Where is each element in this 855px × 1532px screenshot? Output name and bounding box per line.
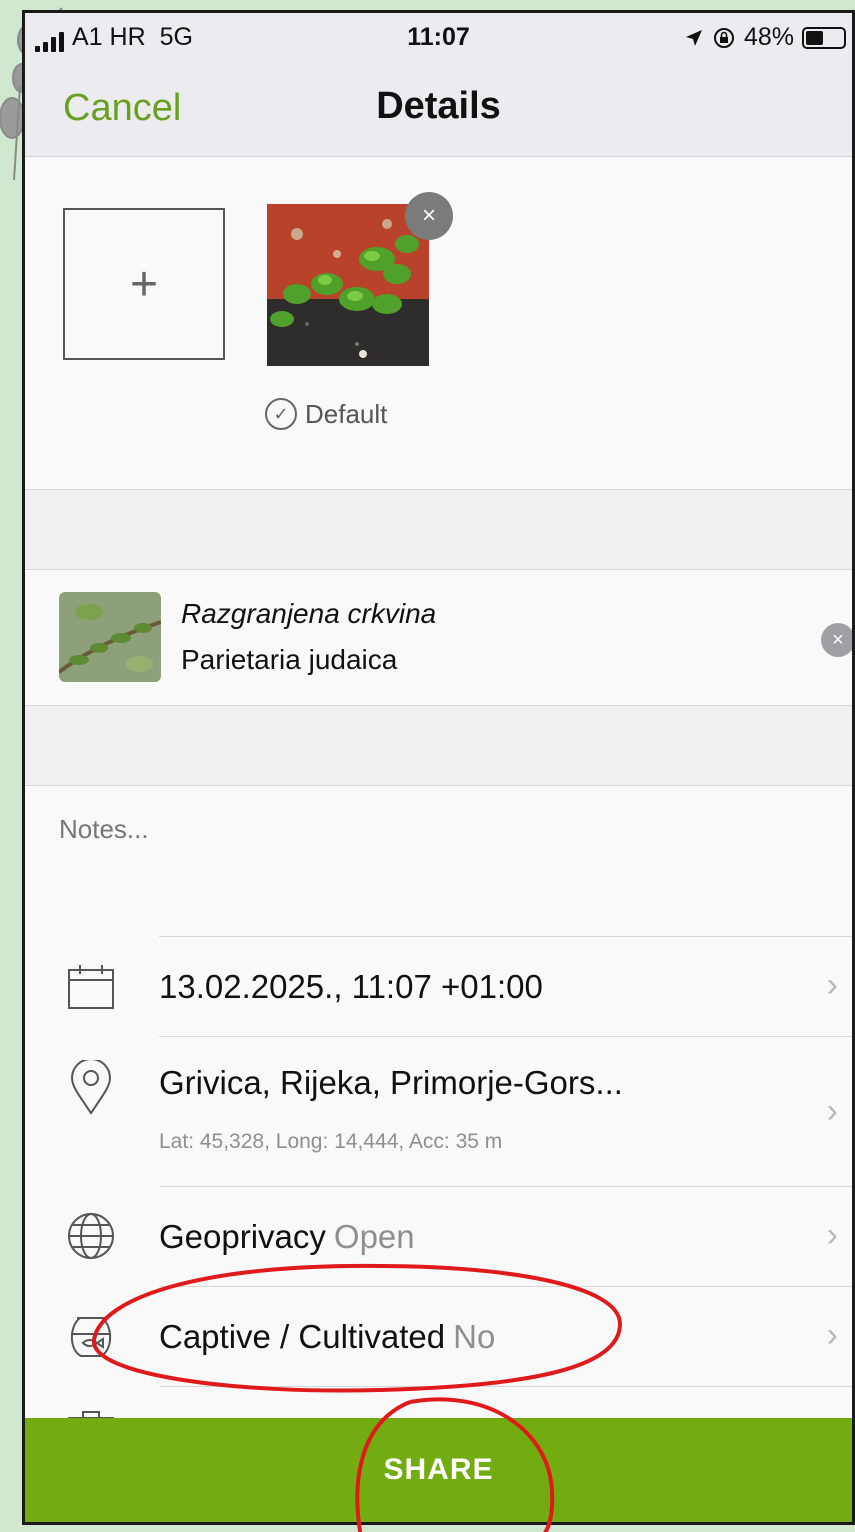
section-spacer xyxy=(25,706,852,786)
default-label: Default xyxy=(305,398,388,429)
fishbowl-icon xyxy=(63,1308,119,1364)
chevron-right-icon: › xyxy=(826,966,838,1004)
calendar-icon xyxy=(63,958,119,1014)
date-value: 13.02.2025., 11:07 +01:00 xyxy=(159,968,543,1005)
geoprivacy-row[interactable]: Geoprivacy Open › xyxy=(25,1186,852,1286)
geoprivacy-value: Open xyxy=(333,1218,415,1255)
taxon-thumbnail xyxy=(59,592,161,682)
chevron-right-icon: › xyxy=(826,1216,838,1254)
location-row[interactable]: Grivica, Rijeka, Primorje-Gors... Lat: 4… xyxy=(25,1036,852,1186)
geoprivacy-title: Geoprivacy xyxy=(159,1218,326,1255)
observation-photo[interactable] xyxy=(267,204,429,366)
plus-icon: + xyxy=(129,257,159,311)
details-list: 13.02.2025., 11:07 +01:00 › Grivica, Rij… xyxy=(25,936,852,1428)
status-bar: A1 HR 5G 11:07 48% xyxy=(25,13,852,61)
default-photo-toggle[interactable]: ✓ Default xyxy=(265,398,387,430)
page-title: Details xyxy=(376,85,501,127)
captive-value: No xyxy=(453,1318,496,1355)
row-divider xyxy=(159,1036,852,1037)
chevron-right-icon: › xyxy=(826,1092,838,1130)
notes-section xyxy=(25,786,852,936)
section-spacer xyxy=(25,490,852,570)
taxon-common-name: Razgranjena crkvina xyxy=(181,598,437,629)
chevron-right-icon: › xyxy=(826,1316,838,1354)
map-pin-icon xyxy=(63,1060,119,1116)
share-button[interactable]: SHARE xyxy=(25,1418,852,1522)
phone-screen: A1 HR 5G 11:07 48% Cancel Details + × ✓ … xyxy=(22,10,855,1525)
date-row[interactable]: 13.02.2025., 11:07 +01:00 › xyxy=(25,936,852,1036)
taxon-scientific-name: Parietaria judaica xyxy=(181,644,398,675)
taxon-row[interactable]: Razgranjena crkvina Parietaria judaica × xyxy=(25,570,852,706)
geoprivacy-label: Geoprivacy Open xyxy=(159,1218,415,1256)
battery-icon xyxy=(802,26,846,49)
check-circle-icon: ✓ xyxy=(265,398,297,430)
orientation-lock-icon xyxy=(713,27,734,48)
row-divider xyxy=(159,1186,852,1187)
photo-section: + × ✓ Default xyxy=(25,158,852,490)
battery-percent: 48% xyxy=(743,23,794,51)
globe-icon xyxy=(63,1208,119,1264)
row-divider xyxy=(159,1386,852,1387)
location-name: Grivica, Rijeka, Primorje-Gors... xyxy=(159,1064,623,1101)
row-divider xyxy=(159,1286,852,1287)
location-arrow-icon xyxy=(685,29,702,46)
captive-title: Captive / Cultivated xyxy=(159,1318,446,1355)
add-photo-button[interactable]: + xyxy=(63,208,225,360)
row-divider xyxy=(159,936,852,937)
location-coordinates: Lat: 45,328, Long: 14,444, Acc: 35 m xyxy=(159,1130,503,1153)
captive-row[interactable]: Captive / Cultivated No › xyxy=(25,1286,852,1386)
captive-label: Captive / Cultivated No xyxy=(159,1318,495,1356)
nav-bar: Cancel Details xyxy=(25,61,852,157)
clear-taxon-button[interactable]: × xyxy=(821,623,852,657)
remove-photo-button[interactable]: × xyxy=(405,192,453,240)
notes-input[interactable] xyxy=(59,814,819,914)
